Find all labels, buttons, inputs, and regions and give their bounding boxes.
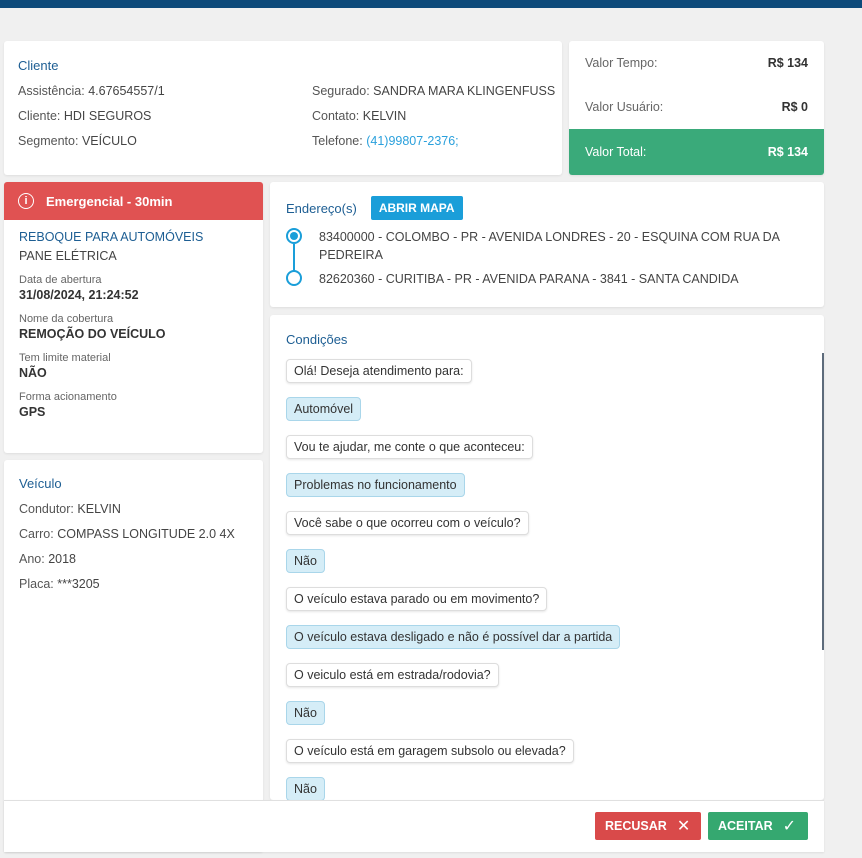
carro-row: Carro: COMPASS LONGITUDE 2.0 4X — [19, 522, 248, 547]
segurado-value: SANDRA MARA KLINGENFUSS — [373, 84, 556, 98]
conditions-scrollbar[interactable] — [822, 353, 824, 650]
contato-value: KELVIN — [362, 109, 407, 123]
valor-tempo-value: R$ 134 — [767, 56, 808, 70]
field-label: Tem limite material — [19, 352, 111, 364]
origin-marker-icon — [286, 228, 302, 244]
chat-question: Vou te ajudar, me conte o que aconteceu: — [286, 435, 533, 459]
conditions-card: Condições Olá! Deseja atendimento para: … — [270, 315, 824, 800]
client-title: Cliente — [18, 58, 59, 73]
address-text: 83400000 - COLOMBO - PR - AVENIDA LONDRE… — [319, 230, 780, 262]
assistencia-label: Assistência: — [18, 84, 85, 98]
address-list: 83400000 - COLOMBO - PR - AVENIDA LONDRE… — [286, 228, 808, 288]
telefone-row: Telefone: (41)99807-2376; — [312, 129, 555, 154]
chat-answer: Problemas no funcionamento — [286, 473, 465, 497]
accept-label: ACEITAR — [718, 819, 773, 833]
ano-value: 2018 — [48, 552, 77, 566]
field-value: NÃO — [19, 366, 47, 380]
valor-total-label: Valor Total: — [585, 145, 647, 159]
ano-row: Ano: 2018 — [19, 547, 248, 572]
check-icon: ✓ — [782, 818, 797, 835]
chat-answer: Não — [286, 549, 325, 573]
vehicle-title: Veículo — [19, 476, 62, 491]
field-label: Data de abertura — [19, 274, 102, 286]
ano-label: Ano: — [19, 552, 45, 566]
segmento-value: VEÍCULO — [81, 134, 137, 148]
service-subtype: PANE ELÉTRICA — [19, 249, 117, 263]
valor-tempo-row: Valor Tempo: R$ 134 — [569, 41, 824, 85]
chat-answer: O veículo estava desligado e não é possí… — [286, 625, 621, 649]
values-card: Valor Tempo: R$ 134 Valor Usuário: R$ 0 … — [569, 41, 824, 175]
field-value: 31/08/2024, 21:24:52 — [19, 288, 139, 302]
cliente-row: Cliente: HDI SEGUROS — [18, 104, 165, 129]
valor-total-value: R$ 134 — [767, 145, 808, 159]
condutor-label: Condutor: — [19, 502, 74, 516]
carro-value: COMPASS LONGITUDE 2.0 4X — [57, 527, 235, 541]
field-label: Forma acionamento — [19, 391, 117, 403]
valor-usuario-value: R$ 0 — [781, 100, 808, 114]
field-value: GPS — [19, 405, 46, 419]
vehicle-card: Veículo Condutor: KELVIN Carro: COMPASS … — [4, 460, 263, 852]
segurado-row: Segurado: SANDRA MARA KLINGENFUSS — [312, 79, 555, 104]
assistencia-row: Assistência: 4.67654557/1 — [18, 79, 165, 104]
valor-usuario-label: Valor Usuário: — [585, 100, 664, 114]
cliente-label: Cliente: — [18, 109, 61, 123]
reject-button[interactable]: RECUSAR ✕ — [595, 812, 701, 840]
address-item: 83400000 - COLOMBO - PR - AVENIDA LONDRE… — [286, 228, 808, 268]
chat-question: O veiculo está em estrada/rodovia? — [286, 663, 499, 687]
telefone-label: Telefone: — [312, 134, 363, 148]
conditions-chat: Olá! Deseja atendimento para: Automóvel … — [286, 359, 808, 800]
segmento-label: Segmento: — [18, 134, 79, 148]
address-text: 82620360 - CURITIBA - PR - AVENIDA PARAN… — [319, 272, 739, 286]
chat-question: O veículo está em garagem subsolo ou ele… — [286, 739, 574, 763]
service-type: REBOQUE PARA AUTOMÓVEIS — [19, 230, 204, 244]
contato-label: Contato: — [312, 109, 360, 123]
carro-label: Carro: — [19, 527, 54, 541]
emergency-label: Emergencial - 30min — [46, 193, 173, 209]
condutor-value: KELVIN — [77, 502, 121, 516]
address-card: Endereço(s) ABRIR MAPA 83400000 - COLOMB… — [270, 182, 824, 307]
placa-label: Placa: — [19, 577, 54, 591]
chat-question: Você sabe o que ocorreu com o veículo? — [286, 511, 529, 535]
chat-answer: Não — [286, 701, 325, 725]
chat-answer: Não — [286, 777, 325, 800]
field-label: Nome da cobertura — [19, 313, 114, 325]
service-card: i Emergencial - 30min REBOQUE PARA AUTOM… — [4, 182, 263, 453]
contato-row: Contato: KELVIN — [312, 104, 555, 129]
open-map-button[interactable]: ABRIR MAPA — [370, 196, 463, 220]
segurado-label: Segurado: — [312, 84, 370, 98]
accept-button[interactable]: ACEITAR ✓ — [708, 812, 808, 840]
segmento-row: Segmento: VEÍCULO — [18, 129, 165, 154]
reject-label: RECUSAR — [605, 819, 667, 833]
chat-answer: Automóvel — [286, 397, 362, 421]
valor-usuario-row: Valor Usuário: R$ 0 — [569, 85, 824, 129]
valor-total-row: Valor Total: R$ 134 — [569, 129, 824, 175]
address-item: 82620360 - CURITIBA - PR - AVENIDA PARAN… — [286, 270, 808, 288]
destination-marker-icon — [286, 270, 302, 286]
top-bar — [0, 0, 862, 8]
close-icon: ✕ — [676, 818, 691, 835]
field-value: REMOÇÃO DO VEÍCULO — [19, 327, 166, 341]
client-card: Cliente Assistência: 4.67654557/1 Client… — [4, 41, 562, 175]
conditions-title: Condições — [286, 332, 348, 347]
valor-tempo-label: Valor Tempo: — [585, 56, 658, 70]
chat-question: Olá! Deseja atendimento para: — [286, 359, 472, 383]
placa-value: ***3205 — [57, 577, 100, 591]
address-title: Endereço(s) — [286, 200, 357, 216]
info-icon: i — [18, 193, 34, 209]
chat-question: O veículo estava parado ou em movimento? — [286, 587, 548, 611]
placa-row: Placa: ***3205 — [19, 572, 248, 597]
condutor-row: Condutor: KELVIN — [19, 497, 248, 522]
assistencia-value: 4.67654557/1 — [88, 84, 165, 98]
telefone-link[interactable]: (41)99807-2376; — [366, 134, 458, 148]
emergency-badge: i Emergencial - 30min — [4, 182, 263, 220]
cliente-value: HDI SEGUROS — [63, 109, 152, 123]
action-footer: RECUSAR ✕ ACEITAR ✓ — [4, 800, 824, 852]
